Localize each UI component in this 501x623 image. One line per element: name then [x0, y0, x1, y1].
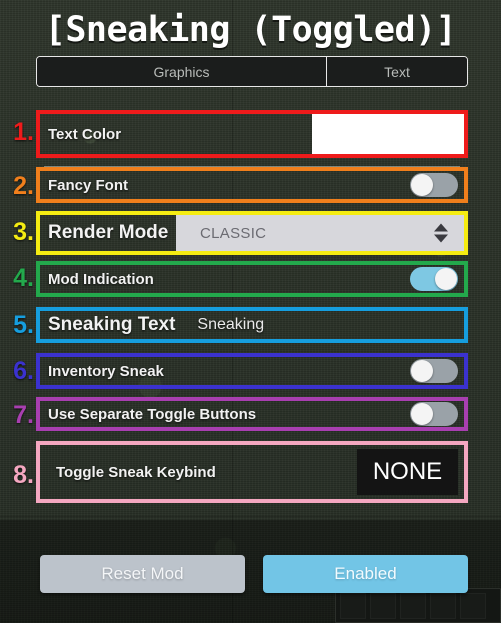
tab-bar: Graphics Text [36, 56, 468, 87]
dropdown-render-mode[interactable]: CLASSIC [176, 215, 464, 251]
toggle-knob-icon [411, 174, 433, 196]
dropdown-selected-value: CLASSIC [200, 224, 267, 242]
toggle-knob-icon [411, 360, 433, 382]
setting-label-text-color: Text Color [48, 125, 122, 143]
setting-label-fancy-font: Fancy Font [48, 176, 129, 194]
toggle-mod-indication[interactable] [410, 267, 458, 291]
tab-graphics[interactable]: Graphics [37, 57, 327, 86]
annotation-number-5: 5. [13, 311, 34, 339]
tab-text[interactable]: Text [327, 57, 467, 86]
setting-label-toggle-sneak-keybind: Toggle Sneak Keybind [56, 463, 216, 481]
setting-label-sneaking-text: Sneaking Text [48, 314, 176, 335]
setting-row-sneaking-text[interactable]: Sneaking Text Sneaking [36, 307, 468, 343]
setting-value-sneaking-text[interactable]: Sneaking [197, 316, 264, 334]
enabled-toggle-button[interactable]: Enabled [263, 555, 468, 593]
annotation-number-6: 6. [13, 357, 34, 385]
setting-label-separate-toggle-buttons: Use Separate Toggle Buttons [48, 405, 257, 423]
toggle-separate-toggle-buttons[interactable] [410, 402, 458, 426]
setting-row-toggle-sneak-keybind[interactable]: Toggle Sneak Keybind NONE [36, 441, 468, 503]
page-title: [Sneaking (Toggled)] [44, 10, 457, 50]
toggle-inventory-sneak[interactable] [410, 359, 458, 383]
mod-settings-screen: [Sneaking (Toggled)] Graphics Text 1. Te… [0, 0, 501, 623]
annotation-number-7: 7. [13, 401, 34, 429]
annotation-number-8: 8. [13, 461, 34, 489]
reset-mod-button[interactable]: Reset Mod [40, 555, 245, 593]
annotation-number-4: 4. [13, 264, 34, 292]
setting-label-mod-indication: Mod Indication [48, 270, 154, 288]
annotation-number-3: 3. [13, 218, 34, 246]
toggle-fancy-font[interactable] [410, 173, 458, 197]
setting-row-fancy-font[interactable]: Fancy Font [36, 167, 468, 203]
annotation-number-1: 1. [13, 118, 34, 146]
game-hotbar-panel [335, 588, 501, 623]
keybind-button[interactable]: NONE [357, 449, 458, 495]
color-swatch-button[interactable] [312, 114, 464, 154]
setting-label-render-mode: Render Mode [48, 222, 169, 243]
background-seam [0, 516, 501, 517]
toggle-knob-icon [435, 268, 457, 290]
toggle-knob-icon [411, 403, 433, 425]
chevron-updown-icon [434, 223, 448, 243]
annotation-number-2: 2. [13, 172, 34, 200]
setting-row-inventory-sneak[interactable]: Inventory Sneak [36, 353, 468, 389]
setting-row-separate-toggle-buttons[interactable]: Use Separate Toggle Buttons [36, 397, 468, 431]
setting-row-text-color[interactable]: Text Color [36, 110, 468, 158]
setting-row-render-mode[interactable]: Render Mode CLASSIC [36, 211, 468, 255]
setting-row-mod-indication[interactable]: Mod Indication [36, 261, 468, 297]
setting-label-inventory-sneak: Inventory Sneak [48, 362, 164, 380]
